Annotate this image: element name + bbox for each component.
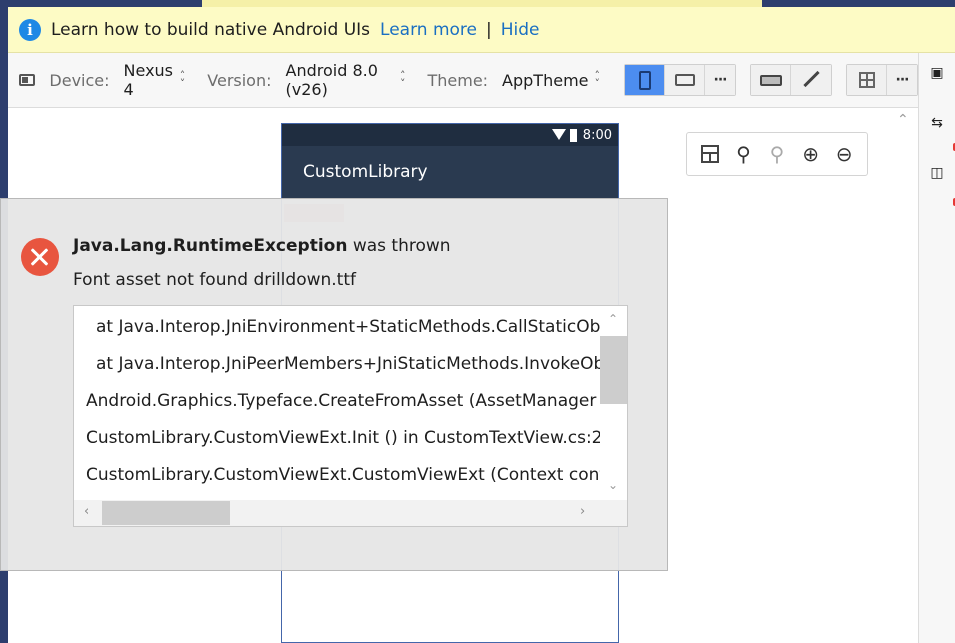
stack-trace-line: CustomLibrary.CustomViewExt.Init () in C… [86, 428, 600, 448]
layout-more-button[interactable]: ··· [887, 65, 917, 95]
horizontal-scroll-thumb[interactable] [102, 501, 230, 525]
info-bar-message: Learn how to build native Android UIs [51, 19, 371, 40]
stack-trace-line: at Java.Interop.JniPeerMembers+JniStatic… [96, 354, 600, 374]
zoom-in-icon[interactable]: ⊕ [799, 142, 823, 166]
brush-icon [802, 71, 820, 89]
exception-name: Java.Lang.RuntimeException [73, 236, 348, 256]
stack-trace-line: at Java.Interop.JniEnvironment+StaticMet… [96, 317, 600, 337]
scroll-right-icon[interactable]: › [580, 504, 585, 519]
grid-icon [858, 72, 875, 88]
fit-screen-icon[interactable] [698, 142, 722, 166]
wifi-icon [551, 129, 566, 141]
app-title: CustomLibrary [303, 162, 428, 182]
source-code-icon[interactable]: ◫ [929, 165, 945, 181]
vertical-scrollbar[interactable]: ⌃ ⌄ [600, 306, 627, 500]
render-group [750, 64, 832, 96]
info-bar: i Learn how to build native Android UIs … [8, 7, 955, 53]
device-select[interactable]: Nexus 4 [124, 61, 174, 99]
learn-more-link[interactable]: Learn more [380, 20, 477, 40]
exception-dialog: Java.Lang.RuntimeException was thrown Fo… [0, 198, 668, 571]
stack-trace-lines: at Java.Interop.JniEnvironment+StaticMet… [74, 306, 600, 500]
device-label: Device: [49, 70, 110, 90]
document-outline-icon[interactable]: ▣ [929, 65, 945, 81]
status-time: 8:00 [582, 127, 612, 143]
theme-brush-button[interactable] [791, 65, 831, 95]
more-icon: ··· [713, 72, 728, 88]
stack-trace-line: Android.Graphics.Typeface.CreateFromAsse… [86, 391, 600, 411]
zoom-to-fit-icon[interactable]: ⚲ [731, 142, 755, 166]
version-select[interactable]: Android 8.0 (v26) [286, 61, 394, 99]
zoom-out-icon[interactable]: ⊖ [832, 142, 856, 166]
app-bar: CustomLibrary [282, 146, 618, 198]
device-frame-button[interactable] [751, 65, 791, 95]
stack-trace-line: CustomLibrary.CustomViewExt.CustomViewEx… [86, 465, 600, 485]
canvas-scroll-up-icon[interactable]: ⌃ [897, 112, 909, 128]
error-icon [21, 238, 59, 276]
layout-group: ··· [846, 64, 918, 96]
scroll-up-icon[interactable]: ⌃ [608, 312, 618, 326]
right-side-panel: ▣ ⇆ ◫ [918, 53, 955, 643]
theme-select[interactable]: AppTheme [502, 71, 588, 90]
device-icon[interactable] [19, 74, 36, 86]
theme-chevron-icon[interactable]: ˄ ˅ [595, 70, 601, 89]
device-frame-icon [759, 74, 782, 86]
vertical-scroll-thumb[interactable] [600, 336, 627, 404]
battery-icon [569, 128, 577, 142]
designer-toolbar: Device: Nexus 4 ˄ ˅ Version: Android 8.0 … [8, 53, 918, 108]
info-icon: i [19, 18, 41, 41]
scroll-left-icon[interactable]: ‹ [84, 504, 89, 519]
zoom-controls: ⚲ ⚲ ⊕ ⊖ [686, 132, 868, 176]
device-chevron-icon[interactable]: ˄ ˅ [180, 70, 186, 89]
active-document-tab[interactable] [202, 0, 762, 7]
window-tab-strip [0, 0, 955, 7]
horizontal-scrollbar[interactable]: ‹ › [74, 500, 627, 526]
info-bar-separator: | [485, 19, 492, 40]
status-bar: 8:00 [282, 124, 618, 146]
scroll-down-icon[interactable]: ⌄ [608, 478, 618, 492]
exception-title: Java.Lang.RuntimeException was thrown [73, 236, 451, 256]
layout-grid-button[interactable] [847, 65, 887, 95]
more-icon: ··· [895, 72, 910, 88]
landscape-phone-icon [674, 74, 695, 86]
landscape-button[interactable] [665, 65, 705, 95]
version-label: Version: [207, 70, 272, 90]
stack-trace-box[interactable]: at Java.Interop.JniEnvironment+StaticMet… [73, 305, 628, 527]
exception-message: Font asset not found drilldown.ttf [73, 270, 356, 290]
exception-suffix: was thrown [347, 236, 451, 256]
portrait-phone-icon [638, 70, 651, 90]
orientation-group: ··· [624, 64, 736, 96]
theme-label: Theme: [427, 70, 489, 90]
version-chevron-icon[interactable]: ˄ ˅ [400, 70, 406, 89]
portrait-button[interactable] [625, 65, 665, 95]
hide-link[interactable]: Hide [501, 20, 540, 40]
orientation-more-button[interactable]: ··· [705, 65, 735, 95]
swap-arrows-icon[interactable]: ⇆ [929, 115, 945, 131]
zoom-reset-icon[interactable]: ⚲ [765, 142, 789, 166]
